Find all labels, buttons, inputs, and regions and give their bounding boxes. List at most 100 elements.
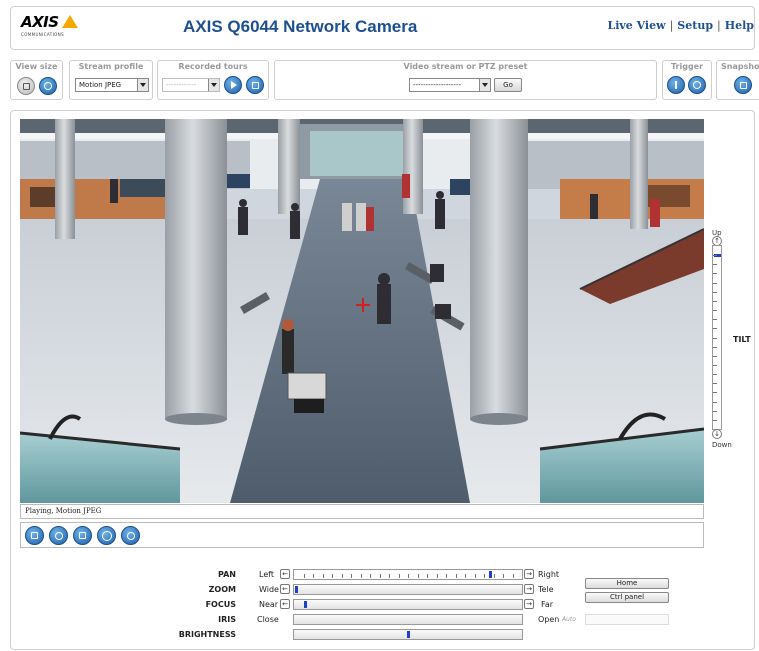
axis-logo[interactable]: AXIS COMMUNICATIONS [21, 13, 78, 43]
tilt-slider[interactable] [712, 245, 722, 430]
pan-tick [494, 574, 495, 578]
tilt-tick [713, 319, 717, 320]
pan-tick [427, 574, 428, 578]
zoom-in-arrow-icon[interactable]: → [524, 584, 534, 594]
snapshot-group: Snapshot [716, 60, 759, 100]
pan-tick [304, 574, 305, 578]
camera-image [20, 119, 704, 503]
fullscreen-icon [79, 532, 86, 539]
tilt-tick [713, 420, 717, 421]
tilt-tick [713, 347, 717, 348]
pan-tick [408, 574, 409, 578]
pan-tick [446, 574, 447, 578]
tour-stop-button[interactable] [246, 76, 264, 94]
pan-tick [389, 574, 390, 578]
snapshot-capture-button[interactable] [49, 526, 68, 545]
chevron-down-icon[interactable] [479, 79, 490, 91]
fullsize-button[interactable] [17, 77, 35, 95]
pan-left-arrow-icon[interactable]: ← [280, 569, 290, 579]
go-button[interactable]: Go [494, 78, 522, 92]
trigger-off-button[interactable] [688, 76, 706, 94]
ctrl-panel-button[interactable]: Ctrl panel [585, 592, 669, 603]
pan-label: PAN [217, 570, 236, 579]
snapshot-button[interactable] [734, 76, 752, 94]
fit-window-button[interactable] [39, 77, 57, 95]
top-navigation: Live View | Setup | Help [607, 19, 754, 32]
tilt-tick [713, 365, 717, 366]
focus-label: FOCUS [205, 600, 236, 609]
camera-icon [739, 81, 747, 89]
focus-far-arrow-icon[interactable]: → [524, 599, 534, 609]
tilt-tick [713, 301, 717, 302]
recorded-tours-label: Recorded tours [178, 62, 248, 71]
stop-icon [251, 81, 259, 89]
trigger-on-button[interactable] [667, 76, 685, 94]
fullsize-icon [22, 82, 30, 90]
trigger-off-icon [693, 81, 701, 89]
logo-wordmark: AXIS [21, 13, 59, 31]
pan-tick [418, 574, 419, 578]
video-status-bar: Playing, Motion JPEG [20, 504, 704, 519]
zoom-out-arrow-icon[interactable]: ← [280, 584, 290, 594]
pan-right-arrow-icon[interactable]: → [524, 569, 534, 579]
pan-right-label: Right [538, 570, 560, 579]
brightness-slider-thumb[interactable] [407, 631, 410, 638]
home-button[interactable]: Home [585, 578, 669, 589]
nav-help-link[interactable]: Help [725, 19, 754, 32]
zoom-slider-thumb[interactable] [295, 586, 298, 593]
pan-tick [399, 574, 400, 578]
chevron-down-icon[interactable] [208, 79, 219, 91]
video-status-text: Playing, Motion JPEG [25, 507, 102, 515]
zoom-tele-label: Tele [538, 585, 554, 594]
tilt-tick [713, 392, 717, 393]
stop-stream-button[interactable] [25, 526, 44, 545]
focus-near-arrow-icon[interactable]: ← [280, 599, 290, 609]
pan-tick [456, 574, 457, 578]
pan-slider-thumb[interactable] [489, 571, 492, 578]
pan-tick [323, 574, 324, 578]
pan-tick [332, 574, 333, 578]
focus-far-label: Far [541, 600, 554, 609]
view-size-label: View size [15, 62, 58, 71]
zoom-label: ZOOM [208, 585, 236, 594]
tour-play-button[interactable] [224, 76, 242, 94]
stream-profile-select[interactable]: Motion JPEG [75, 78, 149, 92]
focus-slider-thumb[interactable] [304, 601, 307, 608]
pan-tick [465, 574, 466, 578]
logo-subtitle: COMMUNICATIONS [21, 32, 65, 37]
record-button[interactable] [121, 526, 140, 545]
fullscreen-button[interactable] [73, 526, 92, 545]
pan-tick [313, 574, 314, 578]
pan-slider[interactable] [293, 569, 523, 580]
ptz-emulation-button[interactable] [97, 526, 116, 545]
brightness-slider[interactable] [293, 629, 523, 640]
nav-separator: | [717, 19, 721, 32]
zoom-slider[interactable] [293, 584, 523, 595]
tilt-tick [713, 374, 717, 375]
tilt-down-label: Down [712, 441, 732, 449]
nav-live-view-link[interactable]: Live View [607, 19, 665, 32]
tilt-tick [713, 411, 717, 412]
snapshot-label: Snapshot [721, 62, 759, 71]
focus-slider[interactable] [293, 599, 523, 610]
tilt-down-arrow-icon[interactable]: ↓ [712, 429, 722, 439]
pan-tick [513, 574, 514, 578]
iris-auto-toggle[interactable] [585, 614, 669, 625]
pan-tick [475, 574, 476, 578]
stream-profile-value: Motion JPEG [79, 81, 122, 89]
recorded-tours-select[interactable]: ------------ [162, 78, 220, 92]
video-stream[interactable] [20, 119, 704, 503]
preset-select[interactable]: ------------------- [409, 78, 491, 92]
iris-auto-label: Auto [562, 616, 576, 623]
chevron-down-icon[interactable] [137, 79, 148, 91]
stop-icon [31, 532, 38, 539]
stream-profile-label: Stream profile [78, 62, 144, 71]
fit-window-icon [44, 82, 52, 90]
iris-label: IRIS [218, 615, 236, 624]
tilt-tick [713, 356, 717, 357]
recorded-tours-group: Recorded tours ------------ [157, 60, 269, 100]
iris-slider[interactable] [293, 614, 523, 625]
nav-setup-link[interactable]: Setup [677, 19, 713, 32]
preset-label: Video stream or PTZ preset [403, 62, 528, 71]
pan-left-label: Left [259, 570, 275, 579]
